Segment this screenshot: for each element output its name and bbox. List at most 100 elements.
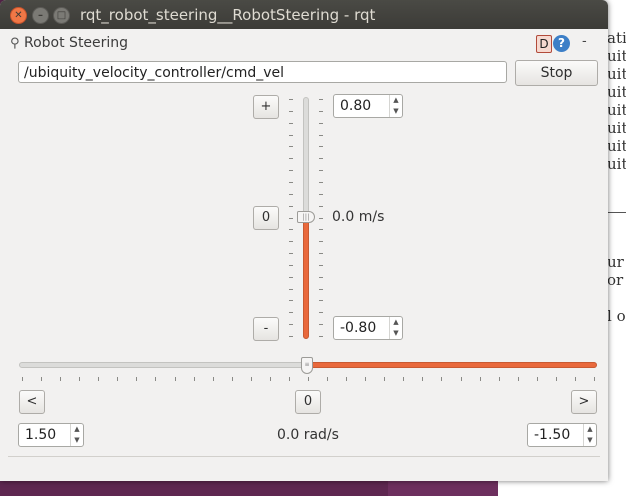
angular-max-spinbox[interactable]: 1.50 ▲ ▼ <box>18 423 84 447</box>
slider-tick <box>289 312 293 313</box>
slider-tick <box>319 170 323 171</box>
spin-arrows-icon[interactable]: ▲ ▼ <box>389 317 402 339</box>
stop-button[interactable]: Stop <box>515 60 598 86</box>
slider-tick <box>319 135 323 136</box>
spin-arrows-icon[interactable]: ▲ ▼ <box>583 424 596 446</box>
slider-tick <box>441 377 442 381</box>
slider-tick <box>319 241 323 242</box>
slider-tick <box>499 377 500 381</box>
slider-tick <box>537 377 538 381</box>
linear-current-label: 0.0 m/s <box>332 209 385 225</box>
slider-tick <box>289 146 293 147</box>
slider-tick <box>289 111 293 112</box>
slider-tick <box>422 377 423 381</box>
linear-decrease-button[interactable]: - <box>253 317 279 341</box>
angular-slider-fill <box>307 362 597 368</box>
slider-tick <box>480 377 481 381</box>
linear-reset-button[interactable]: 0 <box>253 206 279 230</box>
background-divider <box>607 212 626 213</box>
slider-tick <box>594 377 595 381</box>
slider-tick <box>270 377 271 381</box>
slider-tick <box>289 324 293 325</box>
slider-tick <box>365 377 366 381</box>
angular-left-button[interactable]: < <box>19 390 45 414</box>
background-text-line: uity <box>607 119 626 137</box>
slider-tick <box>155 377 156 381</box>
slider-tick <box>319 111 323 112</box>
slider-tick <box>319 253 323 254</box>
linear-min-value: -0.80 <box>340 320 377 336</box>
slider-tick <box>289 194 293 195</box>
slider-tick <box>319 229 323 230</box>
slider-tick <box>319 123 323 124</box>
spin-arrows-icon[interactable]: ▲ ▼ <box>389 95 402 117</box>
slider-tick <box>319 289 323 290</box>
plugin-header: ⚲ Robot Steering D ? - <box>8 34 600 54</box>
linear-slider-handle[interactable]: ||| <box>297 211 315 223</box>
angular-right-button[interactable]: > <box>571 390 597 414</box>
window-title: rqt_robot_steering__RobotSteering - rqt <box>80 6 376 24</box>
window-maximize-button[interactable]: □ <box>53 7 70 24</box>
angular-max-value: 1.50 <box>25 427 57 443</box>
slider-tick <box>319 194 323 195</box>
plugin-title: Robot Steering <box>24 35 129 51</box>
linear-max-value: 0.80 <box>340 98 372 114</box>
slider-tick <box>346 377 347 381</box>
slider-tick <box>289 158 293 159</box>
slider-tick <box>194 377 195 381</box>
angular-slider-handle[interactable]: ≡ <box>301 357 313 374</box>
background-text-line: atio <box>607 29 626 47</box>
slider-tick <box>319 336 323 337</box>
linear-min-spinbox[interactable]: -0.80 ▲ ▼ <box>333 316 403 340</box>
background-text-line: uity <box>607 83 626 101</box>
slider-tick <box>556 377 557 381</box>
slider-tick <box>319 265 323 266</box>
background-text-line: uity <box>607 155 626 173</box>
background-text-line: l op <box>607 307 626 325</box>
slider-tick <box>289 336 293 337</box>
slider-tick <box>319 206 323 207</box>
slider-tick <box>518 377 519 381</box>
angular-min-spinbox[interactable]: -1.50 ▲ ▼ <box>527 423 597 447</box>
slider-tick <box>41 377 42 381</box>
slider-tick <box>289 99 293 100</box>
slider-tick <box>289 289 293 290</box>
slider-tick <box>79 377 80 381</box>
slider-tick <box>289 229 293 230</box>
help-icon[interactable]: ? <box>553 35 570 52</box>
slider-tick <box>289 182 293 183</box>
background-text-line: or <box>607 271 624 289</box>
linear-increase-button[interactable]: + <box>253 95 279 119</box>
slider-tick <box>289 170 293 171</box>
window-minimize-button[interactable]: – <box>32 7 49 24</box>
linear-max-spinbox[interactable]: 0.80 ▲ ▼ <box>333 94 403 118</box>
topic-input[interactable]: /ubiquity_velocity_controller/cmd_vel <box>18 61 507 83</box>
slider-tick <box>319 99 323 100</box>
slider-tick <box>289 241 293 242</box>
spin-arrows-icon[interactable]: ▲ ▼ <box>70 424 83 446</box>
title-bar[interactable]: ✕ – □ rqt_robot_steering__RobotSteering … <box>0 0 608 29</box>
status-bar-divider <box>8 456 600 457</box>
slider-tick <box>319 158 323 159</box>
slider-tick <box>98 377 99 381</box>
slider-tick <box>308 377 309 381</box>
slider-tick <box>289 265 293 266</box>
drag-grip-icon[interactable]: ⚲ <box>10 36 20 51</box>
rqt-window: ✕ – □ rqt_robot_steering__RobotSteering … <box>0 0 608 481</box>
background-text-line: uity <box>607 47 626 65</box>
slider-tick <box>289 123 293 124</box>
background-text-line: ur <box>607 253 624 271</box>
slider-tick <box>319 218 323 219</box>
slider-tick <box>175 377 176 381</box>
slider-tick <box>232 377 233 381</box>
plugin-close-button[interactable]: - <box>582 34 587 49</box>
slider-tick <box>213 377 214 381</box>
angular-reset-button[interactable]: 0 <box>295 390 321 414</box>
slider-tick <box>327 377 328 381</box>
slider-tick <box>461 377 462 381</box>
window-close-button[interactable]: ✕ <box>10 7 27 24</box>
slider-tick <box>136 377 137 381</box>
slider-tick <box>251 377 252 381</box>
background-text-line: uity <box>607 137 626 155</box>
debug-button[interactable]: D <box>536 35 552 53</box>
